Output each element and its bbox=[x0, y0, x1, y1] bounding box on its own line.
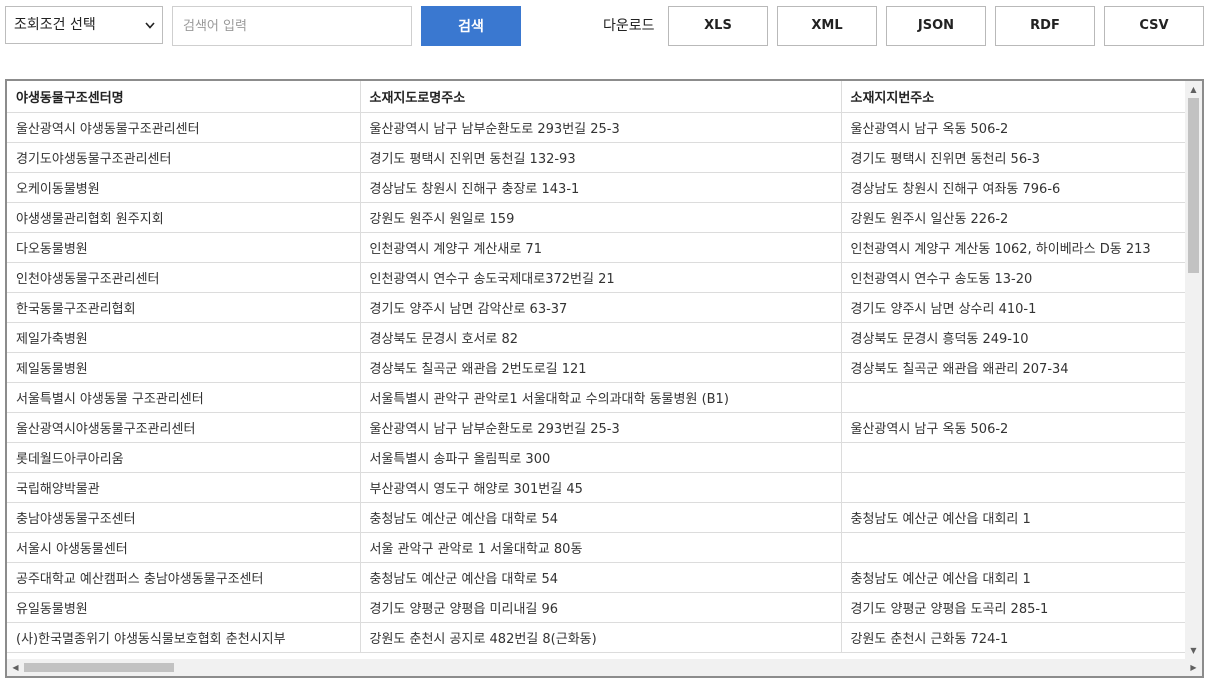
table-row[interactable]: (사)한국멸종위기 야생동식물보호협회 춘천시지부 강원도 춘천시 공지로 482… bbox=[7, 622, 1198, 653]
cell-road-address: 경상남도 창원시 진해구 충장로 143-1 bbox=[360, 172, 842, 203]
cell-lot-address bbox=[841, 472, 1198, 503]
column-header-center-name[interactable]: 야생동물구조센터명 bbox=[7, 81, 361, 113]
cell-center-name: 국립해양박물관 bbox=[7, 472, 361, 503]
table-row[interactable]: 제일동물병원 경상북도 칠곡군 왜관읍 2번도로길 121 경상북도 칠곡군 왜관읍… bbox=[7, 352, 1198, 383]
scroll-up-arrow-icon[interactable]: ▲ bbox=[1185, 81, 1202, 98]
search-condition-value: 조회조건 선택 bbox=[14, 17, 96, 33]
cell-road-address: 충청남도 예산군 예산읍 대학로 54 bbox=[360, 502, 842, 533]
cell-center-name: 공주대학교 예산캠퍼스 충남야생동물구조센터 bbox=[7, 562, 361, 593]
cell-road-address: 강원도 원주시 원일로 159 bbox=[360, 202, 842, 233]
cell-road-address: 충청남도 예산군 예산읍 대학로 54 bbox=[360, 562, 842, 593]
cell-lot-address: 경상남도 창원시 진해구 여좌동 796-6 bbox=[841, 172, 1198, 203]
cell-road-address: 울산광역시 남구 남부순환도로 293번길 25-3 bbox=[360, 112, 842, 143]
table-row[interactable]: 롯데월드아쿠아리움 서울특별시 송파구 올림픽로 300 bbox=[7, 442, 1198, 473]
cell-road-address: 인천광역시 계양구 계산새로 71 bbox=[360, 232, 842, 263]
data-table: 야생동물구조센터명 소재지도로명주소 소재지지번주소 울산광역시 야생동물구조관… bbox=[7, 81, 1198, 653]
vertical-scroll-thumb[interactable] bbox=[1188, 98, 1199, 273]
cell-center-name: 울산광역시야생동물구조관리센터 bbox=[7, 412, 361, 443]
cell-center-name: 제일동물병원 bbox=[7, 352, 361, 383]
download-json-button[interactable]: JSON bbox=[886, 6, 986, 46]
cell-road-address: 인천광역시 연수구 송도국제대로372번길 21 bbox=[360, 262, 842, 293]
cell-lot-address: 강원도 춘천시 근화동 724-1 bbox=[841, 622, 1198, 653]
cell-center-name: 유일동물병원 bbox=[7, 592, 361, 623]
cell-lot-address: 인천광역시 연수구 송도동 13-20 bbox=[841, 262, 1198, 293]
table-row[interactable]: 서울특별시 야생동물 구조관리센터 서울특별시 관악구 관악로1 서울대학교 수의… bbox=[7, 382, 1198, 413]
scroll-down-arrow-icon[interactable]: ▼ bbox=[1185, 642, 1202, 659]
table-row[interactable]: 오케이동물병원 경상남도 창원시 진해구 충장로 143-1 경상남도 창원시 진해… bbox=[7, 172, 1198, 203]
cell-road-address: 서울특별시 관악구 관악로1 서울대학교 수의과대학 동물병원 (B1) bbox=[360, 382, 842, 413]
cell-lot-address: 충청남도 예산군 예산읍 대회리 1 bbox=[841, 502, 1198, 533]
table-row[interactable]: 유일동물병원 경기도 양평군 양평읍 미리내길 96 경기도 양평군 양평읍 도곡리… bbox=[7, 592, 1198, 623]
table-row[interactable]: 한국동물구조관리협회 경기도 양주시 남면 감악산로 63-37 경기도 양주시 남… bbox=[7, 292, 1198, 323]
scroll-left-arrow-icon[interactable]: ◀ bbox=[7, 659, 24, 676]
table-row[interactable]: 울산광역시 야생동물구조관리센터 울산광역시 남구 남부순환도로 293번길 25… bbox=[7, 112, 1198, 143]
cell-lot-address: 경상북도 칠곡군 왜관읍 왜관리 207-34 bbox=[841, 352, 1198, 383]
table-row[interactable]: 울산광역시야생동물구조관리센터 울산광역시 남구 남부순환도로 293번길 25-… bbox=[7, 412, 1198, 443]
cell-lot-address bbox=[841, 442, 1198, 473]
cell-lot-address: 경기도 양평군 양평읍 도곡리 285-1 bbox=[841, 592, 1198, 623]
cell-lot-address: 충청남도 예산군 예산읍 대회리 1 bbox=[841, 562, 1198, 593]
table-row[interactable]: 서울시 야생동물센터 서울 관악구 관악로 1 서울대학교 80동 bbox=[7, 532, 1198, 563]
cell-center-name: 경기도야생동물구조관리센터 bbox=[7, 142, 361, 173]
table-row[interactable]: 제일가축병원 경상북도 문경시 호서로 82 경상북도 문경시 흥덕동 249-10 bbox=[7, 322, 1198, 353]
cell-center-name: 울산광역시 야생동물구조관리센터 bbox=[7, 112, 361, 143]
table-row[interactable]: 다오동물병원 인천광역시 계양구 계산새로 71 인천광역시 계양구 계산동 106… bbox=[7, 232, 1198, 263]
download-xls-button[interactable]: XLS bbox=[668, 6, 768, 46]
table-row[interactable]: 야생생물관리협회 원주지회 강원도 원주시 원일로 159 강원도 원주시 일산동 … bbox=[7, 202, 1198, 233]
download-label: 다운로드 bbox=[603, 18, 655, 34]
vertical-scrollbar[interactable]: ▲ ▼ bbox=[1185, 81, 1202, 659]
cell-road-address: 경상북도 칠곡군 왜관읍 2번도로길 121 bbox=[360, 352, 842, 383]
cell-road-address: 경기도 양평군 양평읍 미리내길 96 bbox=[360, 592, 842, 623]
cell-road-address: 서울특별시 송파구 올림픽로 300 bbox=[360, 442, 842, 473]
search-condition-select[interactable]: 조회조건 선택 bbox=[5, 6, 163, 44]
download-xml-button[interactable]: XML bbox=[777, 6, 877, 46]
cell-road-address: 경기도 평택시 진위면 동천길 132-93 bbox=[360, 142, 842, 173]
search-button[interactable]: 검색 bbox=[421, 6, 521, 46]
toolbar: 조회조건 선택 검색 다운로드 XLS XML JSON RDF CSV bbox=[0, 0, 1211, 52]
cell-center-name: 충남야생동물구조센터 bbox=[7, 502, 361, 533]
column-header-road-address[interactable]: 소재지도로명주소 bbox=[360, 81, 842, 113]
cell-center-name: 오케이동물병원 bbox=[7, 172, 361, 203]
cell-center-name: 서울특별시 야생동물 구조관리센터 bbox=[7, 382, 361, 413]
cell-road-address: 강원도 춘천시 공지로 482번길 8(근화동) bbox=[360, 622, 842, 653]
cell-road-address: 울산광역시 남구 남부순환도로 293번길 25-3 bbox=[360, 412, 842, 443]
cell-center-name: 야생생물관리협회 원주지회 bbox=[7, 202, 361, 233]
cell-center-name: 한국동물구조관리협회 bbox=[7, 292, 361, 323]
horizontal-scroll-thumb[interactable] bbox=[24, 663, 174, 672]
cell-road-address: 경상북도 문경시 호서로 82 bbox=[360, 322, 842, 353]
cell-center-name: 인천야생동물구조관리센터 bbox=[7, 262, 361, 293]
cell-lot-address: 울산광역시 남구 옥동 506-2 bbox=[841, 112, 1198, 143]
download-csv-button[interactable]: CSV bbox=[1104, 6, 1204, 46]
table-row[interactable]: 경기도야생동물구조관리센터 경기도 평택시 진위면 동천길 132-93 경기도 평… bbox=[7, 142, 1198, 173]
cell-lot-address: 강원도 원주시 일산동 226-2 bbox=[841, 202, 1198, 233]
table-row[interactable]: 충남야생동물구조센터 충청남도 예산군 예산읍 대학로 54 충청남도 예산군 예산… bbox=[7, 502, 1198, 533]
cell-road-address: 서울 관악구 관악로 1 서울대학교 80동 bbox=[360, 532, 842, 563]
cell-lot-address: 경기도 평택시 진위면 동천리 56-3 bbox=[841, 142, 1198, 173]
cell-center-name: 제일가축병원 bbox=[7, 322, 361, 353]
table-row[interactable]: 공주대학교 예산캠퍼스 충남야생동물구조센터 충청남도 예산군 예산읍 대학로 5… bbox=[7, 562, 1198, 593]
search-input[interactable] bbox=[172, 6, 412, 46]
column-header-lot-address[interactable]: 소재지지번주소 bbox=[841, 81, 1198, 113]
data-grid: 야생동물구조센터명 소재지도로명주소 소재지지번주소 울산광역시 야생동물구조관… bbox=[5, 79, 1204, 678]
cell-lot-address bbox=[841, 382, 1198, 413]
cell-lot-address: 경상북도 문경시 흥덕동 249-10 bbox=[841, 322, 1198, 353]
cell-lot-address: 경기도 양주시 남면 상수리 410-1 bbox=[841, 292, 1198, 323]
horizontal-scrollbar[interactable]: ◀ ▶ bbox=[7, 659, 1202, 676]
cell-lot-address: 울산광역시 남구 옥동 506-2 bbox=[841, 412, 1198, 443]
cell-road-address: 경기도 양주시 남면 감악산로 63-37 bbox=[360, 292, 842, 323]
chevron-down-icon bbox=[144, 7, 156, 43]
table-row[interactable]: 국립해양박물관 부산광역시 영도구 해양로 301번길 45 bbox=[7, 472, 1198, 503]
cell-center-name: 다오동물병원 bbox=[7, 232, 361, 263]
cell-road-address: 부산광역시 영도구 해양로 301번길 45 bbox=[360, 472, 842, 503]
table-header-row: 야생동물구조센터명 소재지도로명주소 소재지지번주소 bbox=[7, 81, 1198, 113]
cell-center-name: (사)한국멸종위기 야생동식물보호협회 춘천시지부 bbox=[7, 622, 361, 653]
cell-center-name: 서울시 야생동물센터 bbox=[7, 532, 361, 563]
cell-lot-address bbox=[841, 532, 1198, 563]
cell-center-name: 롯데월드아쿠아리움 bbox=[7, 442, 361, 473]
table-row[interactable]: 인천야생동물구조관리센터 인천광역시 연수구 송도국제대로372번길 21 인천광역… bbox=[7, 262, 1198, 293]
scroll-right-arrow-icon[interactable]: ▶ bbox=[1185, 659, 1202, 676]
cell-lot-address: 인천광역시 계양구 계산동 1062, 하이베라스 D동 213 bbox=[841, 232, 1198, 263]
download-rdf-button[interactable]: RDF bbox=[995, 6, 1095, 46]
